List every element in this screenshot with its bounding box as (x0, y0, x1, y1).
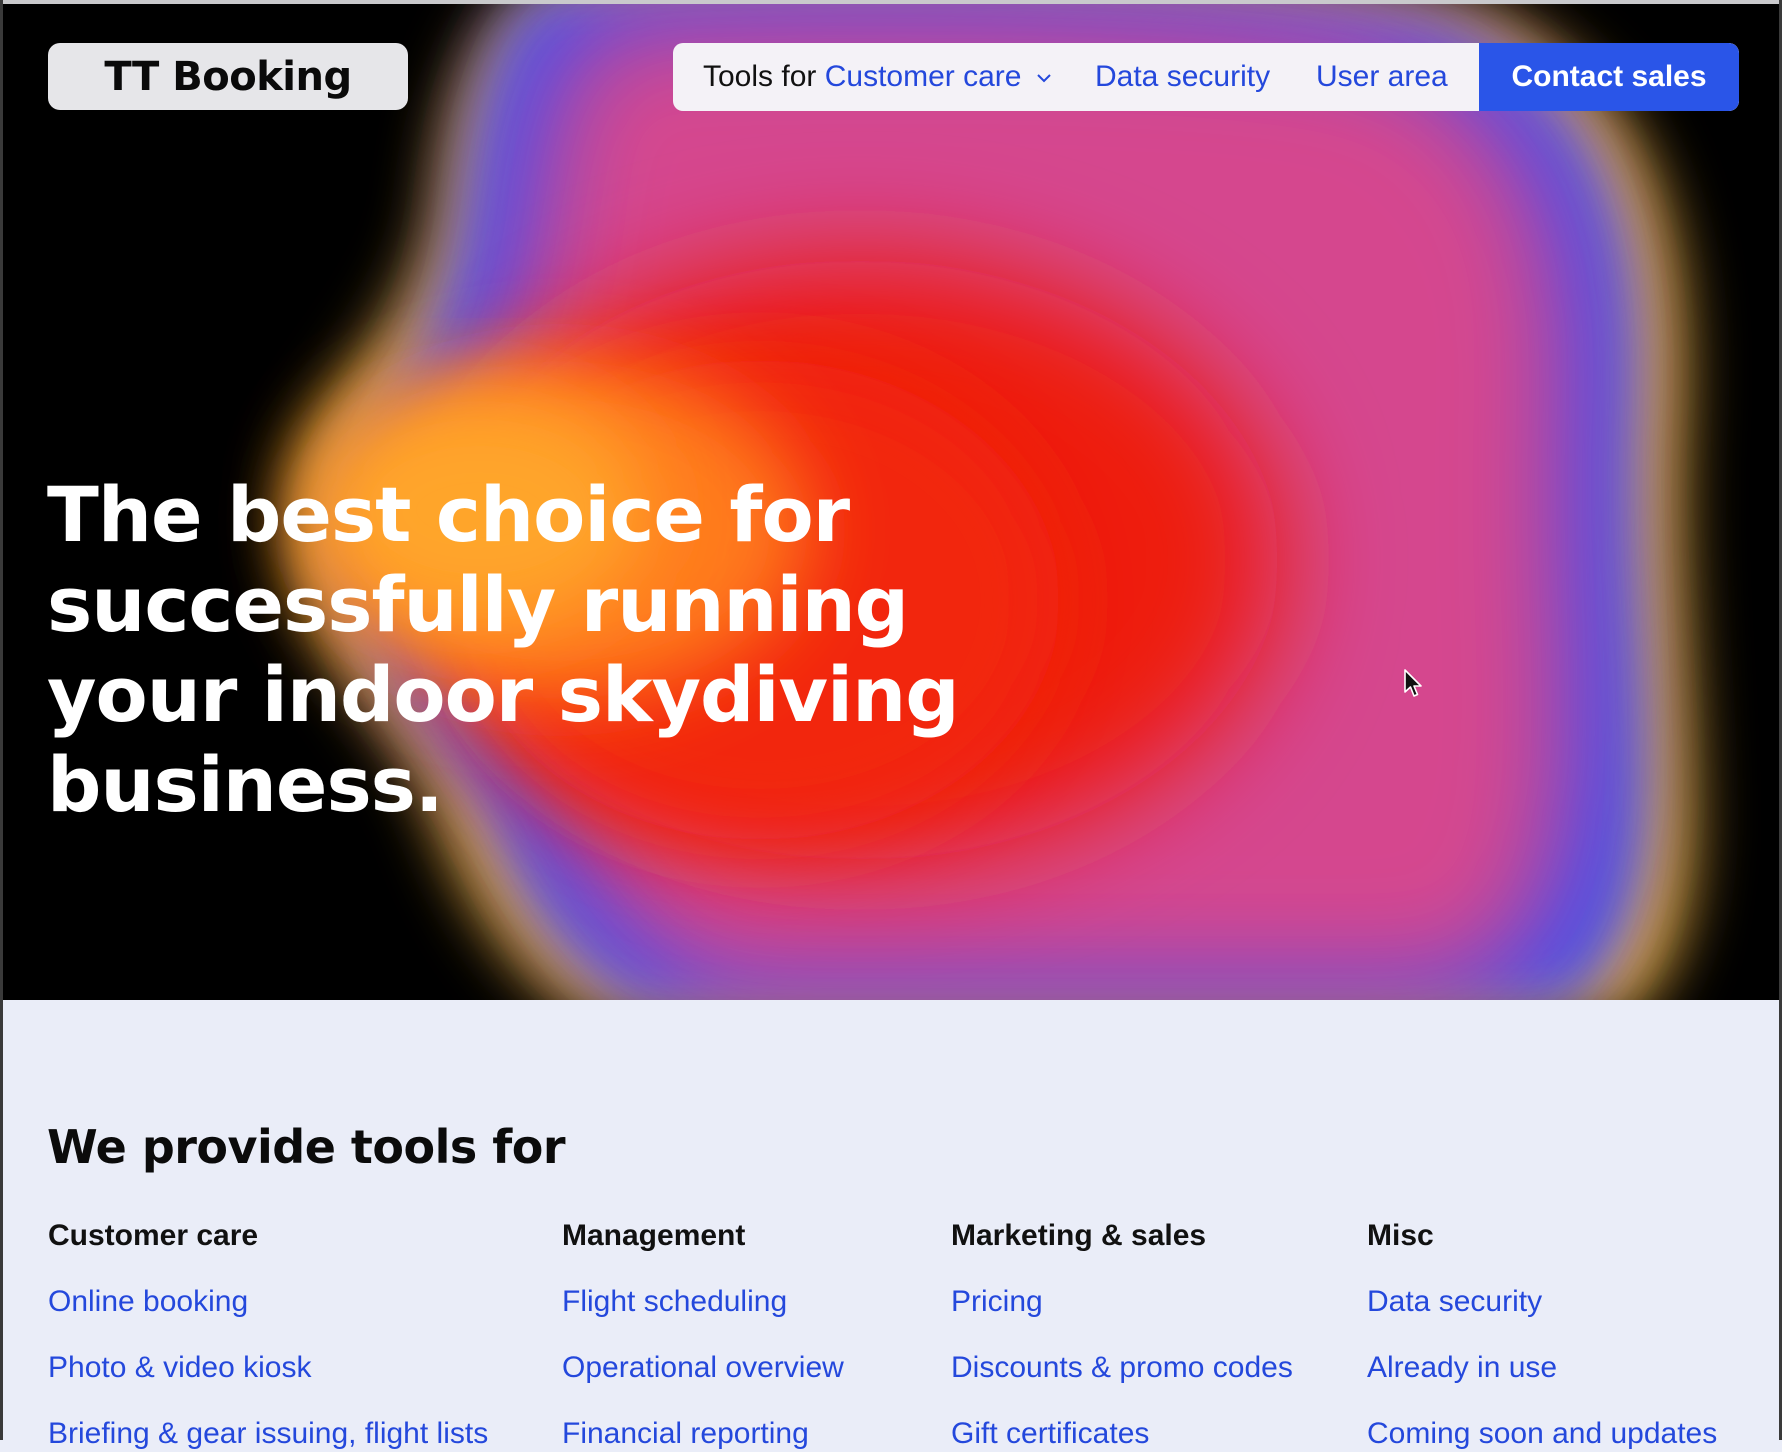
brand-logo[interactable]: TT Booking (48, 43, 408, 110)
tools-column-title: Customer care (48, 1219, 259, 1252)
tools-column-title: Management (562, 1219, 746, 1252)
tools-column-customer-care: Customer care Online booking Photo & vid… (48, 1218, 488, 1450)
contact-sales-button[interactable]: Contact sales (1479, 43, 1739, 111)
tools-link-pricing[interactable]: Pricing (951, 1284, 1043, 1320)
hero-headline-line: your indoor skydiving (47, 650, 960, 739)
tools-link-gift-certificates[interactable]: Gift certificates (951, 1416, 1149, 1452)
tools-column-title: Marketing & sales (951, 1219, 1207, 1252)
tools-for-label: Tools for (703, 60, 817, 93)
tools-link-discounts-promo[interactable]: Discounts & promo codes (951, 1350, 1293, 1386)
tools-link-already-in-use[interactable]: Already in use (1367, 1350, 1557, 1386)
tools-column-title: Misc (1367, 1219, 1434, 1252)
hero-headline: The best choice for successfully running… (47, 470, 1247, 830)
hero-section: TT Booking Tools for Customer care Data … (0, 0, 1782, 1000)
tools-column-management: Management Flight scheduling Operational… (562, 1218, 844, 1450)
window-top-border (0, 0, 1782, 4)
tools-section-title: We provide tools for (47, 1120, 566, 1174)
tools-link-online-booking[interactable]: Online booking (48, 1284, 248, 1320)
tools-link-flight-scheduling[interactable]: Flight scheduling (562, 1284, 787, 1320)
tools-column-marketing-sales: Marketing & sales Pricing Discounts & pr… (951, 1218, 1293, 1450)
nav-link-user-area[interactable]: User area (1316, 43, 1448, 111)
tools-link-photo-video-kiosk[interactable]: Photo & video kiosk (48, 1350, 311, 1386)
tools-link-operational-overview[interactable]: Operational overview (562, 1350, 844, 1386)
hero-headline-line: successfully running (47, 560, 909, 649)
tools-for-selected-value: Customer care (824, 60, 1022, 93)
tools-column-misc: Misc Data security Already in use Coming… (1367, 1218, 1717, 1450)
tools-for-dropdown[interactable]: Tools for Customer care (703, 43, 1052, 111)
tools-link-financial-reporting[interactable]: Financial reporting (562, 1416, 809, 1452)
top-navigation: Tools for Customer care Data security Us… (673, 43, 1739, 111)
tools-link-briefing-gear[interactable]: Briefing & gear issuing, flight lists (48, 1416, 488, 1452)
chevron-down-icon (1037, 74, 1051, 83)
hero-headline-line: business. (47, 740, 444, 829)
nav-link-data-security[interactable]: Data security (1095, 43, 1270, 111)
window-left-border (0, 0, 3, 1440)
mouse-cursor-icon (1404, 669, 1422, 697)
tools-link-coming-soon[interactable]: Coming soon and updates (1367, 1416, 1717, 1452)
hero-headline-line: The best choice for (47, 470, 850, 559)
tools-link-data-security[interactable]: Data security (1367, 1284, 1542, 1320)
tools-section: We provide tools for Customer care Onlin… (0, 1000, 1782, 1450)
